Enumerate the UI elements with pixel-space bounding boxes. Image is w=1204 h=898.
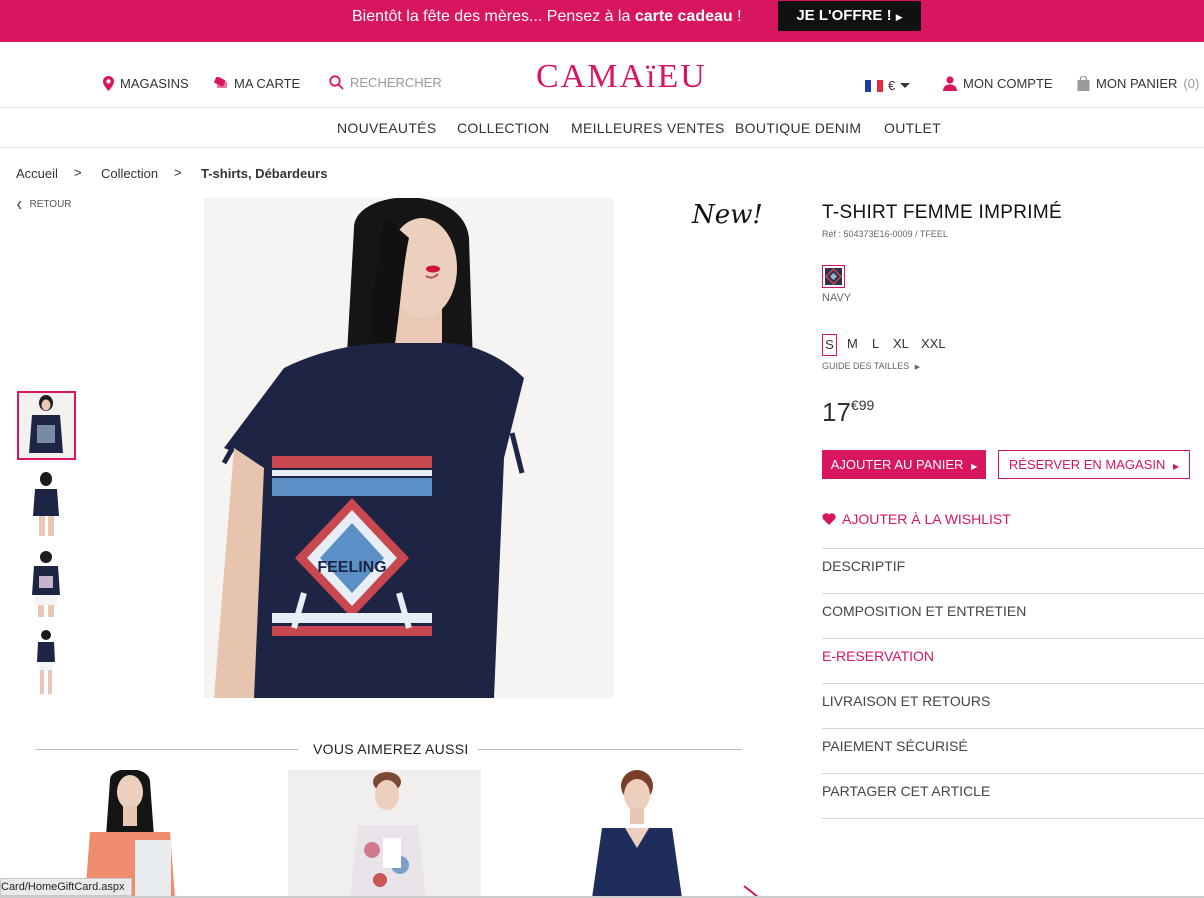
promo-banner: Bientôt la fête des mères... Pensez à la… <box>0 0 1204 42</box>
product-photo: FEELING <box>204 198 614 698</box>
chevron-left-icon: ❮ <box>16 200 23 209</box>
nav-item-new[interactable]: NOUVEAUTÉS <box>337 120 436 136</box>
thumbnail-1[interactable] <box>17 391 76 460</box>
accordion-payment[interactable]: PAIEMENT SÉCURISÉ <box>822 728 1204 773</box>
gift-card-offer-button[interactable]: JE L'OFFRE ! ▶ <box>778 1 921 31</box>
currency-selector[interactable]: € <box>865 78 911 93</box>
loyalty-card-label: MA CARTE <box>234 76 301 91</box>
swatch-pattern <box>825 268 842 285</box>
heart-icon <box>822 513 836 525</box>
cart-link[interactable]: MON PANIER (0) <box>1077 76 1199 91</box>
search-box[interactable] <box>329 75 460 90</box>
new-badge: New! <box>692 200 763 230</box>
product-main-image[interactable]: FEELING <box>204 198 614 698</box>
browser-status-bar: Card/HomeGiftCard.aspx <box>0 878 132 896</box>
size-option-xl[interactable]: XL <box>893 334 909 356</box>
cart-count: (0) <box>1183 76 1200 91</box>
thumbnail-2[interactable] <box>17 470 76 539</box>
stores-label: MAGASINS <box>120 76 189 91</box>
nav-item-denim[interactable]: BOUTIQUE DENIM <box>735 120 861 136</box>
card-icon <box>214 77 227 88</box>
product-thumbnail-image <box>17 549 76 618</box>
price-decimal: €99 <box>850 397 875 413</box>
size-option-l[interactable]: L <box>872 334 879 356</box>
caret-right-icon: ▶ <box>895 12 903 22</box>
product-thumbnail-image <box>17 470 76 539</box>
wishlist-link[interactable]: AJOUTER À LA WISHLIST <box>822 511 1011 527</box>
reserve-in-store-button[interactable]: RÉSERVER EN MAGASIN ▶ <box>998 450 1190 479</box>
account-link[interactable]: MON COMPTE <box>943 76 1053 91</box>
france-flag-icon <box>865 79 883 92</box>
thumbnail-3[interactable] <box>17 549 76 618</box>
add-to-cart-label: AJOUTER AU PANIER <box>830 457 964 472</box>
reserve-in-store-label: RÉSERVER EN MAGASIN <box>1008 457 1166 472</box>
promo-text-bold: carte cadeau <box>634 8 733 25</box>
loyalty-card-link[interactable]: MA CARTE <box>214 76 300 91</box>
product-price: 17€99 <box>822 397 874 428</box>
related-product-3[interactable] <box>537 770 732 898</box>
brand-logo[interactable]: CAMAïEU <box>536 59 707 95</box>
accordion-share[interactable]: PARTAGER CET ARTICLE <box>822 773 1204 818</box>
divider <box>35 749 298 750</box>
promo-text-suffix: ! <box>732 8 742 25</box>
back-label: RETOUR <box>29 199 72 210</box>
product-thumbnail-image <box>17 628 76 697</box>
caret-right-icon: ▶ <box>914 364 921 371</box>
currency-label: € <box>888 78 896 93</box>
thumbnail-4[interactable] <box>17 628 76 697</box>
related-title: VOUS AIMEREZ AUSSI <box>313 741 469 757</box>
breadcrumb-separator: > <box>174 165 182 180</box>
divider <box>822 818 1204 819</box>
breadcrumb-home[interactable]: Accueil <box>16 166 58 181</box>
site-header: MAGASINS MA CARTE CAMAïEU € MON COMPTE M… <box>0 42 1204 108</box>
account-label: MON COMPTE <box>963 76 1053 91</box>
size-option-xxl[interactable]: XXL <box>921 334 946 356</box>
divider <box>478 749 742 750</box>
size-guide-label: GUIDE DES TAILLES <box>822 361 910 371</box>
stores-link[interactable]: MAGASINS <box>103 76 189 91</box>
accordion-description[interactable]: DESCRIPTIF <box>822 548 1204 593</box>
back-link[interactable]: ❮ RETOUR <box>16 199 72 210</box>
print-text: FEELING <box>317 559 386 576</box>
color-swatch-navy[interactable] <box>822 265 845 288</box>
accordion-e-reservation[interactable]: E-RESERVATION <box>822 638 1204 683</box>
product-reference: Réf : 504373E16-0009 / TFEEL <box>822 229 948 239</box>
related-product-image <box>537 770 732 898</box>
related-product-image <box>288 770 481 898</box>
map-pin-icon <box>103 76 114 91</box>
size-option-m[interactable]: M <box>847 334 858 356</box>
accordion-composition[interactable]: COMPOSITION ET ENTRETIEN <box>822 593 1204 638</box>
cart-label: MON PANIER <box>1096 76 1178 91</box>
user-icon <box>943 76 957 91</box>
caret-right-icon: ▶ <box>971 462 978 471</box>
wishlist-label: AJOUTER À LA WISHLIST <box>842 511 1011 527</box>
product-title: T-SHIRT FEMME IMPRIMÉ <box>822 202 1062 223</box>
price-integer: 17 <box>822 397 851 427</box>
breadcrumb-separator: > <box>74 165 82 180</box>
breadcrumb-collection[interactable]: Collection <box>101 166 158 181</box>
promo-text: Bientôt la fête des mères... Pensez à la… <box>352 7 742 27</box>
nav-item-outlet[interactable]: OUTLET <box>884 120 941 136</box>
shopping-bag-icon <box>1077 76 1090 91</box>
search-icon <box>329 75 344 90</box>
size-guide-link[interactable]: GUIDE DES TAILLES ▶ <box>822 361 920 371</box>
product-thumbnail-image <box>19 393 74 458</box>
pattern-icon <box>825 268 842 285</box>
nav-item-best-sellers[interactable]: MEILLEURES VENTES <box>571 120 725 136</box>
chevron-down-icon <box>900 83 911 88</box>
nav-item-collection[interactable]: COLLECTION <box>457 120 549 136</box>
size-option-s[interactable]: S <box>822 334 837 356</box>
related-product-2[interactable] <box>288 770 481 898</box>
add-to-cart-button[interactable]: AJOUTER AU PANIER ▶ <box>822 450 986 479</box>
breadcrumb-current: T-shirts, Débardeurs <box>201 166 328 181</box>
color-name: NAVY <box>822 292 852 304</box>
caret-right-icon: ▶ <box>1173 462 1180 471</box>
main-nav: NOUVEAUTÉS COLLECTION MEILLEURES VENTES … <box>0 108 1204 148</box>
search-input[interactable] <box>350 75 460 90</box>
gift-card-offer-label: JE L'OFFRE ! <box>796 7 892 24</box>
promo-text-prefix: Bientôt la fête des mères... Pensez à la <box>352 8 635 25</box>
accordion-delivery[interactable]: LIVRAISON ET RETOURS <box>822 683 1204 728</box>
